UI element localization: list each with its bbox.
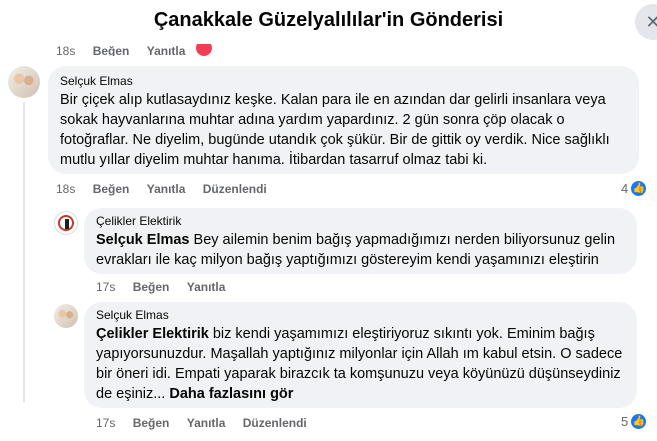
reaction-summary[interactable]: 4 👍: [621, 180, 648, 197]
comment-text: Çelikler Elektirik biz kendi yaşamımızı …: [96, 324, 625, 404]
reply-bubble: Çelikler Elektirik Selçuk Elmas Bey aile…: [84, 208, 637, 274]
mention-link[interactable]: Selçuk Elmas: [96, 232, 190, 248]
logo-icon: [58, 215, 74, 231]
avatar[interactable]: [54, 211, 78, 235]
comment-actions: 17s Beğen Yanıtla Düzenlendi: [96, 416, 321, 430]
reaction-count: 5: [621, 414, 629, 429]
previous-reply-button[interactable]: Yanıtla: [147, 44, 186, 56]
like-reaction-icon: 👍: [630, 180, 648, 197]
like-button[interactable]: Beğen: [133, 280, 170, 294]
comment-text: Selçuk Elmas Bey ailemin benim bağış yap…: [96, 230, 625, 270]
reply-button[interactable]: Yanıtla: [187, 416, 226, 430]
comment-timestamp[interactable]: 17s: [96, 416, 115, 430]
dialog-header: Çanakkale Güzelyalılılar'in Gönderisi ✕: [0, 0, 657, 44]
previous-comment-actions: 18s Beğen Yanıtla: [56, 44, 199, 56]
avatar[interactable]: [54, 304, 78, 328]
close-icon[interactable]: ✕: [635, 4, 657, 40]
like-button[interactable]: Beğen: [93, 182, 130, 196]
edited-label: Düzenlendi: [242, 416, 307, 430]
reaction-count: 4: [621, 181, 629, 196]
dialog-title: Çanakkale Güzelyalılılar'in Gönderisi: [153, 9, 504, 31]
thread-line: [23, 102, 25, 402]
reaction-summary[interactable]: 5 👍: [621, 413, 648, 430]
see-more-link[interactable]: Daha fazlasını gör: [169, 386, 293, 402]
comment-author[interactable]: Çelikler Elektirik: [96, 214, 625, 228]
comment-timestamp[interactable]: 17s: [96, 280, 115, 294]
like-reaction-icon: 👍: [630, 413, 648, 430]
comment-text: Bir çiçek alıp kutlasaydınız keşke. Kala…: [60, 92, 610, 168]
comment-author[interactable]: Selçuk Elmas: [60, 74, 627, 88]
comment-timestamp[interactable]: 18s: [56, 182, 75, 196]
reply-bubble: Selçuk Elmas Çelikler Elektirik biz kend…: [84, 302, 637, 408]
mention-link[interactable]: Çelikler Elektirik: [96, 326, 209, 342]
comment-bubble: Selçuk Elmas Bir çiçek alıp kutlasaydını…: [48, 66, 639, 174]
comment-author[interactable]: Selçuk Elmas: [96, 308, 625, 322]
comment-actions: 17s Beğen Yanıtla: [96, 280, 239, 294]
reply-button[interactable]: Yanıtla: [147, 182, 186, 196]
previous-timestamp: 18s: [56, 44, 76, 56]
like-button[interactable]: Beğen: [133, 416, 170, 430]
comment-actions: 18s Beğen Yanıtla Düzenlendi: [56, 182, 281, 196]
previous-like-button[interactable]: Beğen: [93, 44, 130, 56]
reply-button[interactable]: Yanıtla: [187, 280, 226, 294]
avatar[interactable]: [8, 66, 40, 98]
edited-label: Düzenlendi: [202, 182, 267, 196]
